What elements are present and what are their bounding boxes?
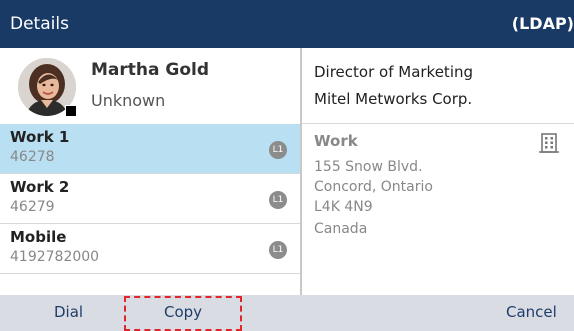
- line-badge-icon: L1: [269, 141, 287, 159]
- number-label: Work 1: [10, 128, 70, 146]
- presence-indicator-icon: [65, 105, 77, 117]
- contact-presence-status: Unknown: [91, 91, 166, 110]
- details-separator: [302, 123, 574, 124]
- line-badge-icon: L1: [269, 191, 287, 209]
- address-type: Work: [314, 132, 358, 150]
- number-value: 46278: [10, 149, 55, 165]
- number-label: Work 2: [10, 178, 70, 196]
- details-pane: Director of Marketing Mitel Metworks Cor…: [302, 48, 574, 295]
- number-row-work-2[interactable]: Work 2 46279 L1: [0, 174, 300, 224]
- number-value: 46279: [10, 199, 55, 215]
- copy-highlight-box: [124, 296, 242, 331]
- cancel-softkey[interactable]: Cancel: [506, 303, 557, 321]
- building-icon: [539, 133, 559, 153]
- contact-details-screen: Details (LDAP) Martha Gold Unknown Work …: [0, 0, 574, 331]
- number-row-work-1[interactable]: Work 1 46278 L1: [0, 124, 300, 174]
- number-value: 4192782000: [10, 249, 100, 265]
- address-line: 155 Snow Blvd.: [314, 159, 423, 175]
- address-line: Canada: [314, 221, 368, 237]
- address-line: L4K 4N9: [314, 199, 373, 215]
- directory-source: (LDAP): [511, 14, 574, 33]
- contact-name: Martha Gold: [91, 60, 210, 80]
- title-bar: Details (LDAP): [0, 0, 574, 48]
- screen-title: Details: [10, 14, 69, 34]
- address-line: Concord, Ontario: [314, 179, 433, 195]
- softkey-bar: Dial Copy Cancel: [0, 295, 574, 331]
- contact-summary: Martha Gold Unknown: [0, 48, 300, 124]
- number-label: Mobile: [10, 228, 67, 246]
- company-name: Mitel Metworks Corp.: [314, 90, 473, 108]
- number-list: Work 1 46278 L1 Work 2 46279 L1 Mobile 4…: [0, 124, 300, 274]
- contact-pane: Martha Gold Unknown Work 1 46278 L1 Work…: [0, 48, 300, 295]
- line-badge-icon: L1: [269, 241, 287, 259]
- job-title: Director of Marketing: [314, 63, 474, 81]
- dial-softkey[interactable]: Dial: [54, 303, 83, 321]
- number-row-mobile[interactable]: Mobile 4192782000 L1: [0, 224, 300, 274]
